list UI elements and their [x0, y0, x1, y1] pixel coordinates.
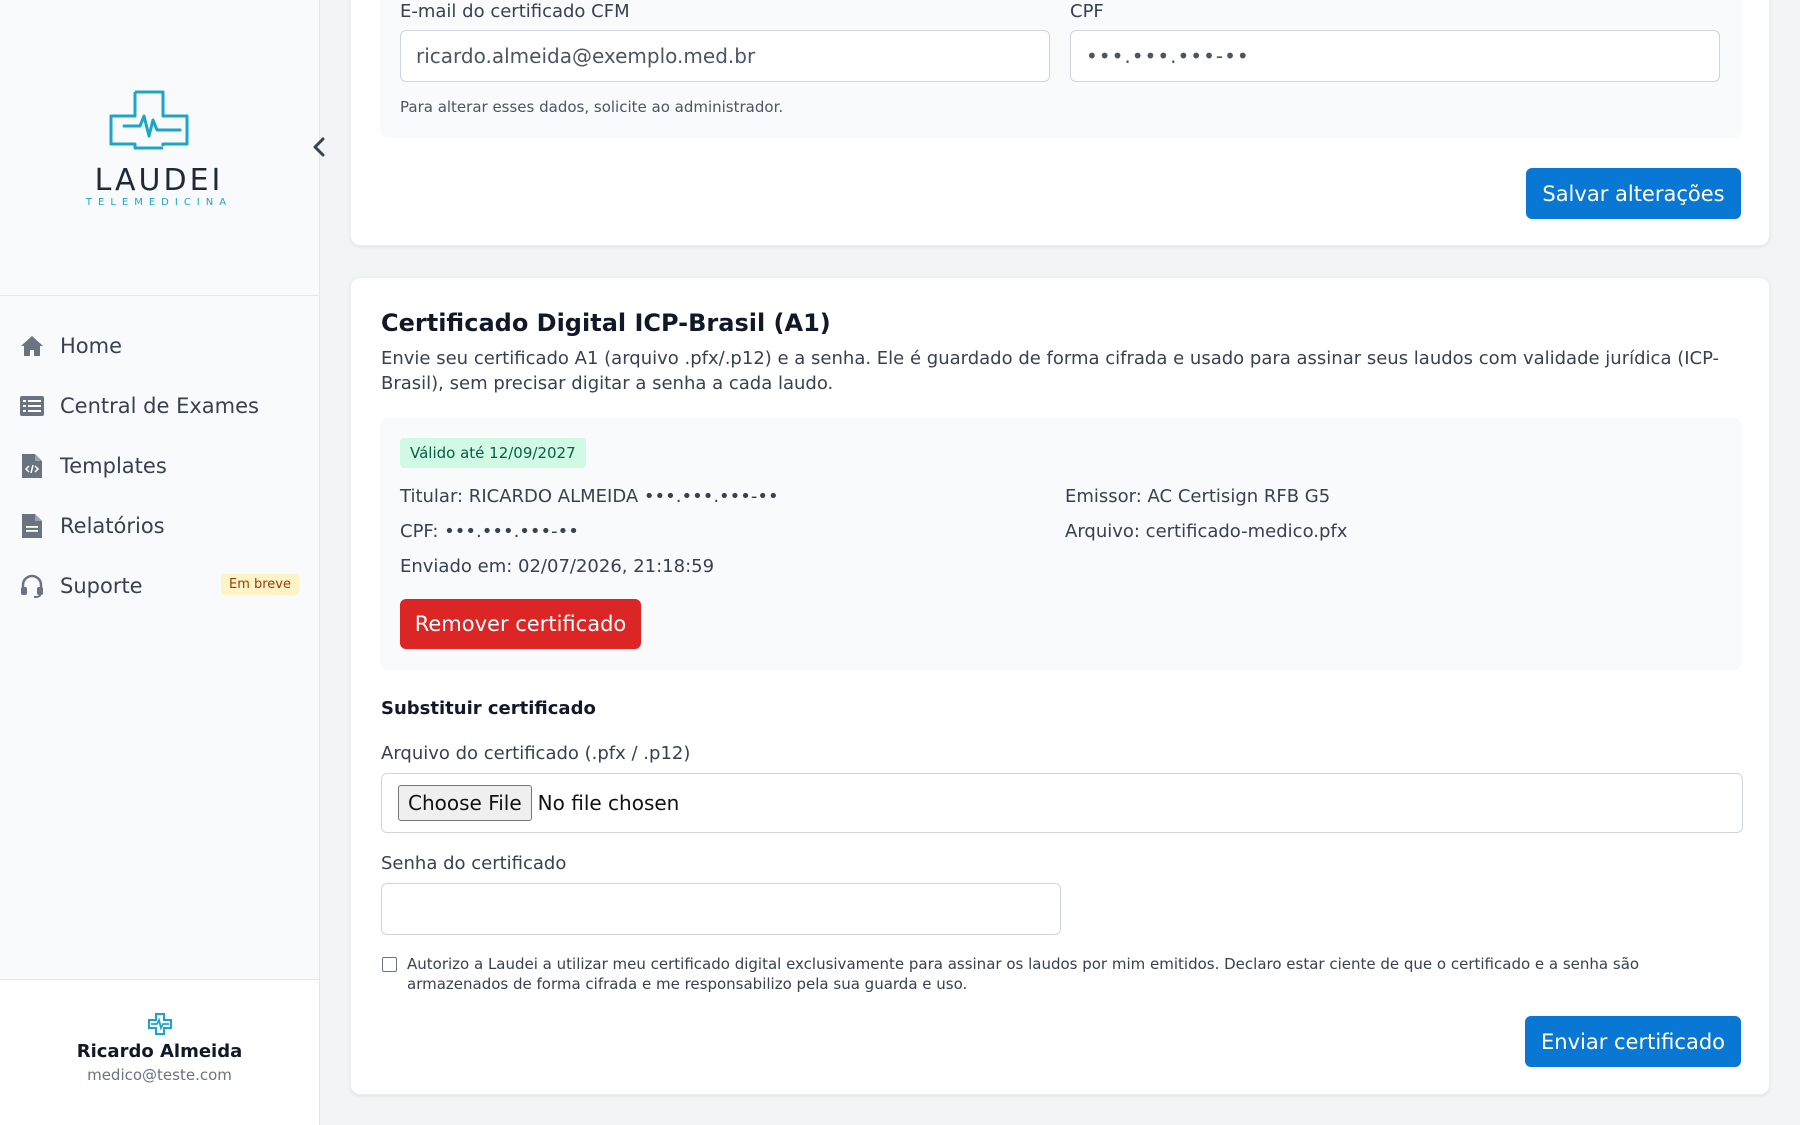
certificate-file-input[interactable]: Choose File No file chosen — [381, 773, 1743, 833]
save-changes-button[interactable]: Salvar alterações — [1526, 168, 1741, 219]
certificate-file: Arquivo: certificado-medico.pfx — [1065, 521, 1348, 542]
user-profile[interactable]: Ricardo Almeida medico@teste.com — [0, 979, 319, 1125]
code-file-icon — [20, 454, 44, 478]
certificate-cpf: CPF: •••.•••.•••-•• — [400, 521, 579, 542]
home-icon — [20, 334, 44, 358]
sidebar-item-label: Home — [60, 334, 123, 358]
readonly-hint: Para alterar esses dados, solicite ao ad… — [400, 98, 784, 116]
headset-icon — [20, 574, 44, 598]
list-icon — [20, 394, 44, 418]
sidebar-item-home[interactable]: Home — [0, 316, 319, 376]
certificate-title: Certificado Digital ICP-Brasil (A1) — [381, 309, 831, 337]
certificate-holder: Titular: RICARDO ALMEIDA •••.•••.•••-•• — [400, 486, 779, 507]
coming-soon-badge: Em breve — [220, 574, 299, 595]
certificate-password-field[interactable] — [381, 883, 1061, 935]
logo-area: LAUDEI TELEMEDICINA — [0, 0, 325, 296]
cpf-label: CPF — [1070, 1, 1104, 22]
svg-text:LAUDEI: LAUDEI — [95, 163, 224, 198]
replace-certificate-title: Substituir certificado — [381, 698, 596, 719]
sidebar-item-label: Relatórios — [60, 514, 165, 538]
collapse-sidebar-button[interactable] — [305, 133, 333, 161]
user-email: medico@teste.com — [87, 1066, 232, 1084]
sidebar-item-suporte[interactable]: Suporte Em breve — [0, 556, 319, 616]
email-label: E-mail do certificado CFM — [400, 1, 630, 22]
certificate-card: Certificado Digital ICP-Brasil (A1) Envi… — [350, 277, 1770, 1095]
chevron-left-icon — [313, 137, 325, 157]
current-certificate-panel: Válido até 12/09/2027 Titular: RICARDO A… — [380, 418, 1742, 670]
file-status: No file chosen — [537, 791, 680, 815]
remove-certificate-button[interactable]: Remover certificado — [400, 599, 641, 649]
sidebar-item-central-de-exames[interactable]: Central de Exames — [0, 376, 319, 436]
sidebar-item-templates[interactable]: Templates — [0, 436, 319, 496]
consent-text: Autorizo a Laudei a utilizar meu certifi… — [407, 955, 1640, 993]
certificate-password-label: Senha do certificado — [381, 853, 567, 874]
cpf-field[interactable]: •••.•••.•••-•• — [1070, 30, 1720, 82]
email-field[interactable]: ricardo.almeida@exemplo.med.br — [400, 30, 1050, 82]
certificate-file-label: Arquivo do certificado (.pfx / .p12) — [381, 743, 691, 764]
certificate-issuer: Emissor: AC Certisign RFB G5 — [1065, 486, 1331, 507]
consent-checkbox[interactable] — [382, 957, 397, 972]
sidebar-item-label: Templates — [60, 454, 167, 478]
sidebar: LAUDEI TELEMEDICINA Home Central de Exam… — [0, 0, 325, 1125]
sidebar-item-label: Central de Exames — [60, 394, 259, 418]
certificate-description: Envie seu certificado A1 (arquivo .pfx/.… — [381, 348, 1720, 394]
choose-file-button[interactable]: Choose File — [398, 785, 532, 821]
sidebar-nav: Home Central de Exames Templates Relatór… — [0, 316, 319, 616]
user-name: Ricardo Almeida — [76, 1041, 243, 1062]
laudei-mark-icon — [145, 1012, 175, 1038]
laudei-logo: LAUDEI TELEMEDICINA — [80, 86, 238, 212]
document-icon — [20, 514, 44, 538]
svg-text:TELEMEDICINA: TELEMEDICINA — [85, 197, 232, 208]
certificate-sent-at: Enviado em: 02/07/2026, 21:18:59 — [400, 556, 715, 577]
sidebar-item-relatorios[interactable]: Relatórios — [0, 496, 319, 556]
profile-card: E-mail do certificado CFM ricardo.almeid… — [350, 0, 1770, 246]
validity-badge: Válido até 12/09/2027 — [400, 438, 586, 468]
readonly-fields-panel: E-mail do certificado CFM ricardo.almeid… — [380, 0, 1742, 138]
send-certificate-button[interactable]: Enviar certificado — [1525, 1016, 1741, 1067]
sidebar-item-label: Suporte — [60, 574, 143, 598]
